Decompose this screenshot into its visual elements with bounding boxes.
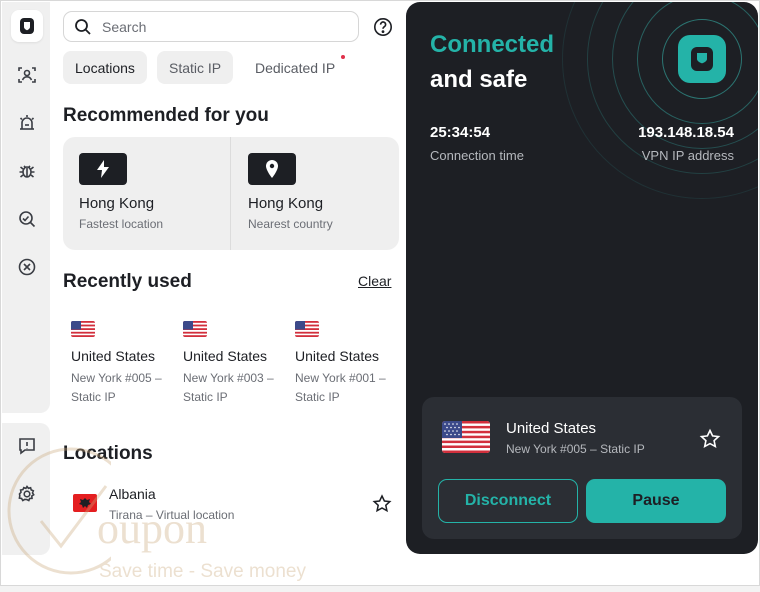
pause-button[interactable]: Pause: [586, 479, 726, 523]
divider: [230, 137, 231, 250]
vpn-ip-label: VPN IP address: [641, 148, 734, 163]
location-name: United States: [183, 348, 268, 364]
vpn-logo: [678, 35, 726, 83]
recommended-heading: Recommended for you: [63, 105, 269, 126]
decor-ring: [562, 2, 758, 199]
watermark-tagline: Save time - Save money: [99, 561, 306, 582]
connected-location-name: United States: [506, 420, 597, 437]
block-icon: [18, 258, 36, 276]
bug-icon: [19, 165, 35, 178]
search-icon: [75, 18, 91, 35]
shield-icon: [691, 47, 713, 71]
feedback-icon: [19, 438, 35, 455]
tab-locations[interactable]: Locations: [63, 51, 147, 84]
location-sub: Tirana – Virtual location: [109, 508, 235, 522]
vpn-ip-value: 193.148.18.54: [638, 124, 734, 141]
location-name: United States: [295, 348, 380, 364]
status-panel: Connected and safe 25:34:54 Connection t…: [406, 2, 758, 554]
server-label: New York #005 –: [71, 371, 162, 385]
sidebar: [2, 2, 50, 413]
ip-type-label: Static IP: [183, 390, 228, 404]
nav-feedback[interactable]: [11, 430, 43, 462]
recent-item[interactable]: United States New York #005 – Static IP: [71, 321, 181, 407]
location-name: Hong Kong: [79, 195, 155, 212]
lightning-icon: [79, 153, 127, 185]
star-icon[interactable]: [372, 494, 392, 514]
recommended-panel: Hong Kong Fastest location Hong Kong Nea…: [63, 137, 399, 250]
location-name: Albania: [109, 486, 156, 502]
status-subtitle: and safe: [430, 66, 528, 93]
nav-web-protection[interactable]: [11, 203, 43, 235]
recommended-fastest[interactable]: Hong Kong Fastest location: [79, 153, 229, 231]
location-name: United States: [71, 348, 156, 364]
connection-card: United States New York #005 – Static IP …: [422, 397, 742, 539]
search-box[interactable]: [63, 11, 359, 42]
search-web-icon: [19, 211, 36, 228]
nav-alerts[interactable]: [11, 107, 43, 139]
nav-vpn[interactable]: [11, 10, 43, 42]
location-sub: New York #001 – Static IP: [295, 369, 405, 407]
user-scan-icon: [18, 67, 36, 83]
search-input[interactable]: [102, 18, 332, 35]
recent-item[interactable]: United States New York #003 – Static IP: [183, 321, 293, 407]
location-pin-icon: [248, 153, 296, 185]
connection-time-label: Connection time: [430, 148, 524, 163]
tab-label: Static IP: [169, 59, 222, 76]
ip-type-label: Static IP: [295, 390, 340, 404]
connection-time-value: 25:34:54: [430, 124, 491, 141]
disconnect-button[interactable]: Disconnect: [438, 479, 578, 523]
shield-icon: [20, 18, 34, 34]
tab-label: Locations: [75, 59, 135, 76]
location-sub: New York #003 – Static IP: [183, 369, 293, 407]
us-flag-icon: [71, 321, 95, 337]
nav-blocker[interactable]: [11, 251, 43, 283]
notification-dot: [341, 55, 346, 59]
location-sub: Fastest location: [79, 217, 164, 231]
ip-type-label: Static IP: [71, 390, 116, 404]
recent-item[interactable]: United States New York #001 – Static IP: [295, 321, 405, 407]
nav-settings[interactable]: [11, 478, 43, 510]
tab-static-ip[interactable]: Static IP: [157, 51, 234, 84]
nav-threat-protection[interactable]: [11, 155, 43, 187]
locations-heading: Locations: [63, 443, 153, 464]
recent-heading: Recently used: [63, 271, 192, 292]
us-flag-icon: [183, 321, 207, 337]
clear-recent-link[interactable]: Clear: [358, 273, 391, 289]
tab-label: Dedicated IP: [255, 59, 336, 76]
location-sub: New York #005 – Static IP: [71, 369, 181, 407]
us-flag-icon: [295, 321, 319, 337]
app-window: Locations Static IP Dedicated IP Recomme…: [0, 0, 760, 586]
location-row-albania[interactable]: Albania Tirana – Virtual location: [63, 481, 399, 529]
alarm-icon: [19, 115, 35, 130]
status-title: Connected: [430, 31, 555, 58]
albania-flag-icon: [73, 494, 97, 512]
star-icon[interactable]: [699, 428, 721, 450]
us-flag-icon: [442, 421, 490, 453]
sidebar-bottom: [2, 423, 50, 555]
server-label: New York #003 –: [183, 371, 274, 385]
location-sub: Nearest country: [248, 217, 333, 231]
server-label: New York #001 –: [295, 371, 386, 385]
tab-dedicated-ip[interactable]: Dedicated IP: [243, 51, 347, 84]
connected-location-sub: New York #005 – Static IP: [506, 442, 645, 456]
settings-icon: [18, 485, 35, 502]
nav-identity[interactable]: [11, 59, 43, 91]
help-icon[interactable]: [373, 17, 393, 37]
location-name: Hong Kong: [248, 195, 324, 212]
recommended-nearest[interactable]: Hong Kong Nearest country: [248, 153, 398, 231]
